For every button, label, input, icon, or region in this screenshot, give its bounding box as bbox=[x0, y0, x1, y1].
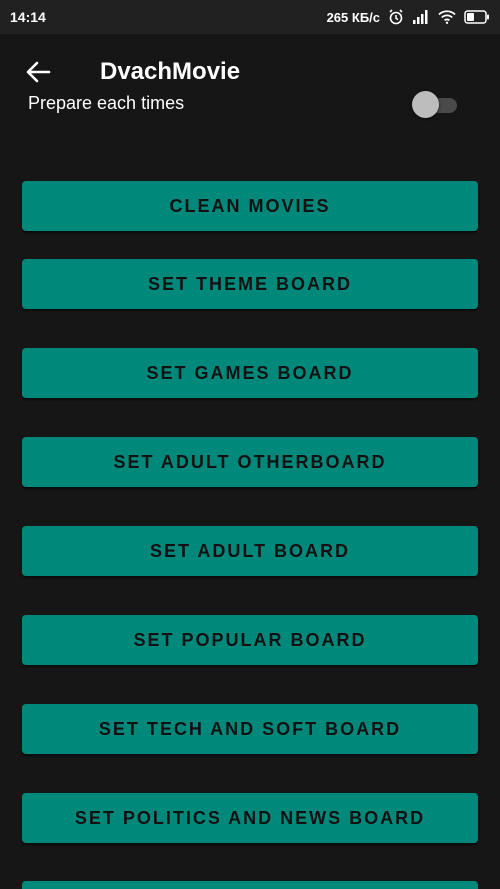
set-games-board-button[interactable]: SET GAMES BOARD bbox=[22, 348, 478, 398]
set-politics-and-news-board-button[interactable]: SET POLITICS AND NEWS BOARD bbox=[22, 793, 478, 843]
app-header: DvachMovie Prepare each times bbox=[0, 34, 500, 124]
network-speed: 265 КБ/с bbox=[326, 9, 380, 25]
back-button[interactable] bbox=[20, 56, 56, 92]
set-popular-board-button[interactable]: SET POPULAR BOARD bbox=[22, 615, 478, 665]
toggle-thumb bbox=[412, 91, 439, 118]
battery-icon bbox=[464, 10, 490, 24]
alarm-icon bbox=[388, 9, 404, 25]
clean-movies-button[interactable]: CLEAN MOVIES bbox=[22, 181, 478, 231]
status-icons: 265 КБ/с bbox=[327, 9, 490, 25]
set-adult-board-button[interactable]: SET ADULT BOARD bbox=[22, 526, 478, 576]
set-adult-otherboard-button[interactable]: SET ADULT OTHERBOARD bbox=[22, 437, 478, 487]
app-title: DvachMovie bbox=[100, 58, 241, 85]
status-time: 14:14 bbox=[10, 9, 46, 25]
arrow-back-icon bbox=[25, 61, 51, 88]
wifi-icon bbox=[438, 10, 456, 24]
set-tech-and-soft-board-button[interactable]: SET TECH AND SOFT BOARD bbox=[22, 704, 478, 754]
prepare-each-times-toggle[interactable] bbox=[411, 90, 459, 118]
next-board-button-partial[interactable] bbox=[22, 881, 478, 889]
status-bar: 14:14 265 КБ/с bbox=[0, 0, 500, 34]
prepare-each-times-label: Prepare each times bbox=[28, 93, 185, 113]
signal-icon bbox=[412, 10, 430, 24]
set-theme-board-button[interactable]: SET THEME BOARD bbox=[22, 259, 478, 309]
action-buttons: CLEAN MOVIES SET THEME BOARD SET GAMES B… bbox=[0, 0, 500, 889]
